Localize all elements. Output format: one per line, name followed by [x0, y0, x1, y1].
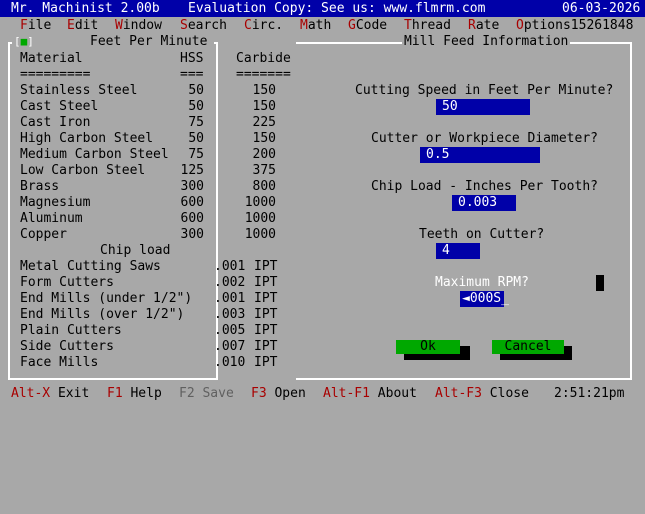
menu-search[interactable]: Search: [180, 18, 227, 33]
chip-load-label: Chip Load - Inches Per Tooth?: [371, 179, 598, 194]
evaluation-notice: Evaluation Copy: See us: www.flmrm.com: [188, 1, 486, 16]
carbide-value: 1000: [244, 195, 276, 210]
hss-value: 300: [180, 227, 204, 242]
status-open[interactable]: F3 Open: [251, 386, 306, 402]
hss-value: 75: [188, 115, 204, 130]
scroll-left-icon: ◄: [462, 291, 470, 306]
menu-gcode[interactable]: GCode: [348, 18, 387, 33]
material-name: Stainless Steel: [20, 83, 138, 98]
rule-carbide: =======: [236, 67, 291, 82]
carbide-value: 800: [252, 179, 276, 194]
rule-material: =========: [20, 67, 91, 82]
material-name: Low Carbon Steel: [20, 163, 146, 178]
status-clock: 2:51:21pm: [554, 386, 625, 401]
hss-value: 300: [180, 179, 204, 194]
cutter-name: Side Cutters: [20, 339, 114, 354]
menu-thread[interactable]: Thread: [404, 18, 451, 33]
carbide-value: 375: [252, 163, 276, 178]
carbide-value: 1000: [244, 227, 276, 242]
diameter-input[interactable]: 0.5: [420, 147, 540, 163]
status-about[interactable]: Alt-F1 About: [323, 386, 417, 402]
material-name: Copper: [20, 227, 67, 242]
menu-file[interactable]: File: [20, 18, 51, 33]
close-box-icon[interactable]: [■]: [14, 36, 34, 47]
menu-window[interactable]: Window: [115, 18, 162, 33]
carbide-value: 200: [252, 147, 276, 162]
material-name: High Carbon Steel: [20, 131, 154, 146]
chip-load-unit: IPT: [254, 259, 278, 274]
hss-value: 600: [180, 195, 204, 210]
material-name: Brass: [20, 179, 60, 194]
carbide-value: 225: [252, 115, 276, 130]
hss-value: 50: [188, 99, 204, 114]
app-title: Mr. Machinist 2.00b: [11, 1, 160, 16]
cutter-name: Face Mills: [20, 355, 99, 370]
hss-value: 125: [180, 163, 204, 178]
carbide-value: 1000: [244, 211, 276, 226]
header-hss: HSS: [180, 51, 204, 66]
title-date: 06-03-2026: [562, 1, 641, 16]
chip-load-input[interactable]: 0.003: [452, 195, 516, 211]
chip-load-value: .002: [214, 275, 246, 290]
carbide-value: 150: [252, 131, 276, 146]
cutting-speed-input[interactable]: 50: [436, 99, 530, 115]
max-rpm-value: 000S_: [469, 291, 509, 306]
chip-load-unit: IPT: [254, 307, 278, 322]
chip-load-value: .001: [214, 291, 246, 306]
menu-bar: File Edit Window Search Circ. Math GCode…: [0, 17, 645, 34]
chip-load-value: .003: [214, 307, 246, 322]
cutter-name: End Mills (over 1/2"): [20, 307, 185, 322]
max-rpm-label: Maximum RPM?: [435, 275, 529, 290]
hss-value: 50: [188, 131, 204, 146]
hss-value: 50: [188, 83, 204, 98]
max-rpm-input[interactable]: ◄000S_: [460, 291, 509, 307]
status-exit[interactable]: Alt-X Exit: [11, 386, 89, 402]
menu-edit[interactable]: Edit: [67, 18, 98, 33]
chip-load-unit: IPT: [254, 291, 278, 306]
left-window-title: Feet Per Minute: [88, 34, 210, 49]
chip-load-unit: IPT: [254, 355, 278, 370]
menu-circ[interactable]: Circ.: [244, 18, 283, 33]
cutting-speed-label: Cutting Speed in Feet Per Minute?: [355, 83, 614, 98]
material-name: Magnesium: [20, 195, 91, 210]
title-bar: Mr. Machinist 2.00b Evaluation Copy: See…: [0, 0, 645, 17]
teeth-label: Teeth on Cutter?: [419, 227, 545, 242]
material-name: Cast Steel: [20, 99, 99, 114]
chip-load-value: .007: [214, 339, 246, 354]
chip-load-value: .001: [214, 259, 246, 274]
ok-button[interactable]: Ok: [396, 340, 460, 354]
chip-load-title: Chip load: [100, 243, 171, 258]
cutter-name: End Mills (under 1/2"): [20, 291, 193, 306]
status-help[interactable]: F1 Help: [107, 386, 162, 402]
status-save: F2 Save: [179, 386, 234, 401]
carbide-value: 150: [252, 83, 276, 98]
chip-load-unit: IPT: [254, 275, 278, 290]
menu-math[interactable]: Math: [300, 18, 331, 33]
cutter-name: Form Cutters: [20, 275, 114, 290]
cancel-button[interactable]: Cancel: [492, 340, 564, 354]
cutter-name: Plain Cutters: [20, 323, 122, 338]
chip-load-value: .010: [214, 355, 246, 370]
diameter-label: Cutter or Workpiece Diameter?: [371, 131, 598, 146]
material-name: Medium Carbon Steel: [20, 147, 169, 162]
rule-hss: ===: [180, 67, 204, 82]
menu-rate[interactable]: Rate: [468, 18, 499, 33]
hss-value: 75: [188, 147, 204, 162]
hss-value: 600: [180, 211, 204, 226]
material-name: Aluminum: [20, 211, 83, 226]
menu-options[interactable]: Options15261848: [516, 18, 633, 33]
carbide-value: 150: [252, 99, 276, 114]
header-material: Material: [20, 51, 83, 66]
chip-load-unit: IPT: [254, 323, 278, 338]
status-close[interactable]: Alt-F3 Close: [435, 386, 529, 402]
scroll-indicator: [596, 275, 604, 291]
cutter-name: Metal Cutting Saws: [20, 259, 161, 274]
chip-load-value: .005: [214, 323, 246, 338]
material-name: Cast Iron: [20, 115, 91, 130]
header-carbide: Carbide: [236, 51, 291, 66]
chip-load-unit: IPT: [254, 339, 278, 354]
mill-feed-window-title: Mill Feed Information: [402, 34, 571, 49]
teeth-input[interactable]: 4: [436, 243, 480, 259]
status-bar: Alt-X Exit F1 Help F2 Save F3 Open Alt-F…: [0, 386, 645, 403]
